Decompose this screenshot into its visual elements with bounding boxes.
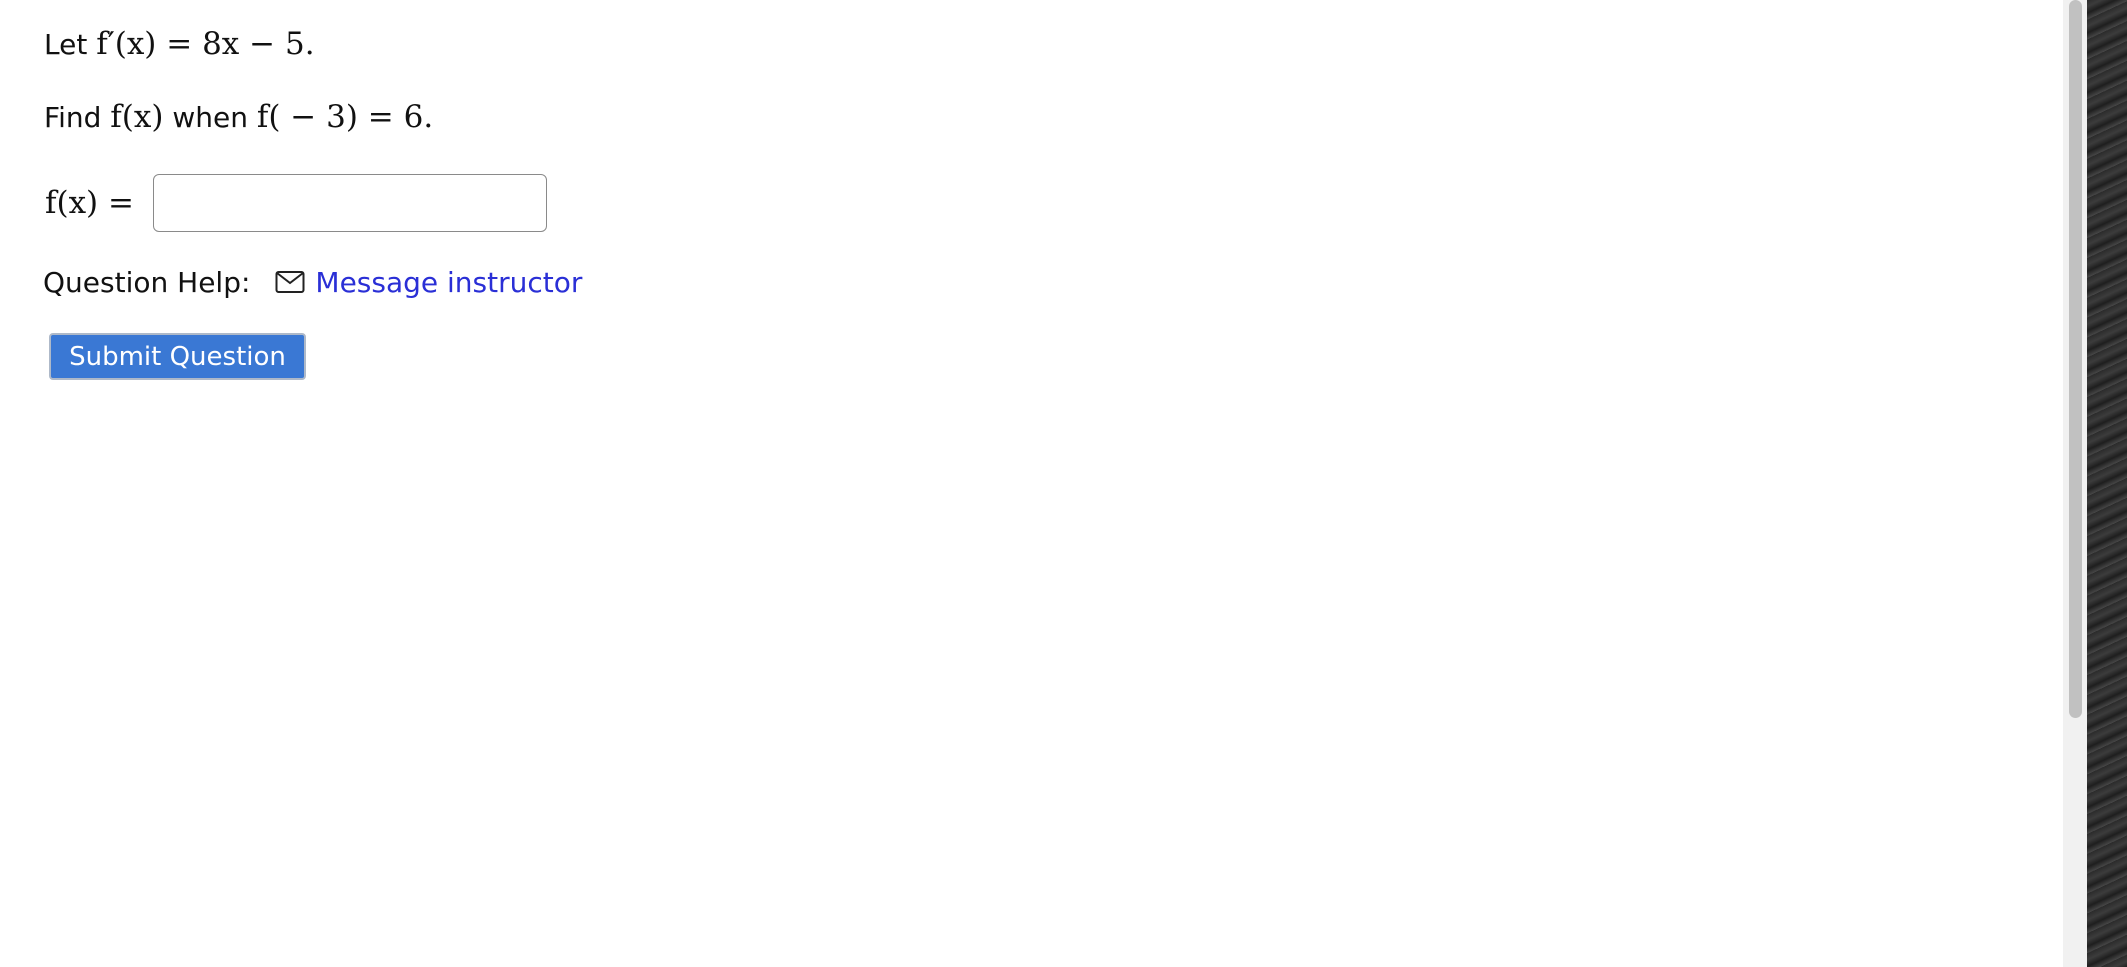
derivative-expression: f′(x) = 8x − 5. [96,26,315,62]
statement-lead: Let [44,28,97,61]
page: Let f′(x) = 8x − 5. Find f(x) when f( − … [0,0,2127,967]
scrollbar-thumb[interactable] [2069,0,2082,718]
prompt-lead: Find [44,101,111,134]
mail-icon [275,271,305,293]
help-label: Question Help: [43,265,251,299]
question-content: Let f′(x) = 8x − 5. Find f(x) when f( − … [0,0,2060,967]
question-prompt: Find f(x) when f( − 3) = 6. [44,97,433,138]
answer-input[interactable] [153,174,547,232]
background-image-edge [2087,0,2127,967]
answer-label: f(x) = [45,185,134,221]
initial-condition: f( − 3) = 6. [256,99,434,135]
submit-question-button[interactable]: Submit Question [49,333,306,380]
message-instructor-link[interactable]: Message instructor [315,266,582,299]
prompt-middle: when [163,101,257,134]
function-expression: f(x) [110,99,164,135]
question-help: Question Help: Message instructor [43,262,582,302]
question-statement: Let f′(x) = 8x − 5. [44,24,315,65]
